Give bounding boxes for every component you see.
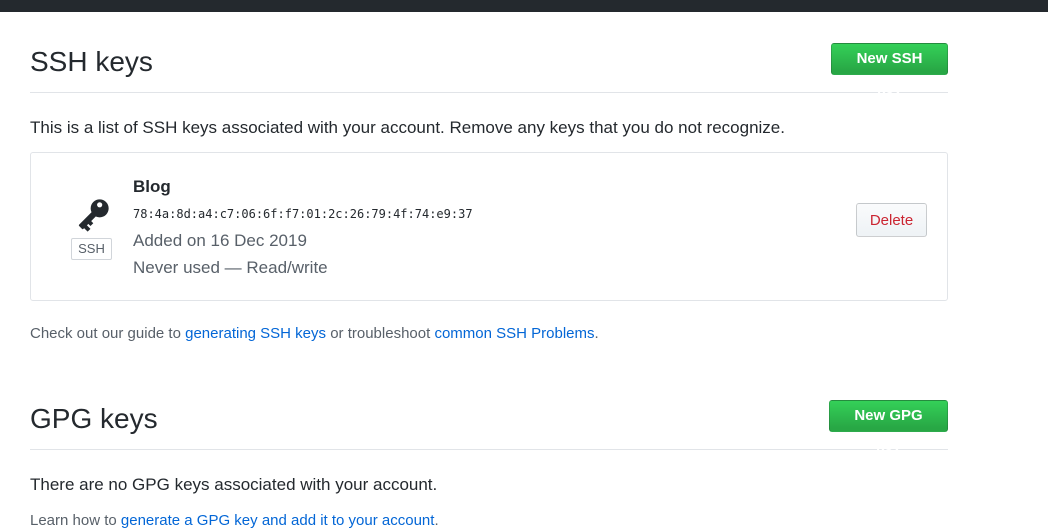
ssh-type-badge: SSH xyxy=(71,238,112,260)
ssh-section-header: SSH keys New SSH key xyxy=(30,42,948,97)
gpg-learn-note: Learn how to generate a GPG key and add … xyxy=(30,512,439,529)
ssh-key-title: Blog xyxy=(133,177,171,196)
ssh-key-usage: Never used — Read/write xyxy=(133,258,328,277)
key-icon xyxy=(71,191,117,237)
gpg-learn-suffix: . xyxy=(434,512,439,529)
ssh-guide-prefix: Check out our guide to xyxy=(30,325,186,342)
generating-ssh-keys-link[interactable]: generating SSH keys xyxy=(185,325,326,342)
ssh-key-added-date: Added on 16 Dec 2019 xyxy=(133,231,307,250)
ssh-key-fingerprint: 78:4a:8d:a4:c7:06:6f:f7:01:2c:26:79:4f:7… xyxy=(133,207,473,221)
gpg-empty-text: There are no GPG keys associated with yo… xyxy=(30,475,438,494)
new-ssh-key-button[interactable]: New SSH key xyxy=(831,43,948,97)
generate-gpg-key-link[interactable]: generate a GPG key and add it to your ac… xyxy=(121,512,435,529)
new-gpg-key-button[interactable]: New GPG key xyxy=(829,400,948,454)
common-ssh-problems-link[interactable]: common SSH Problems xyxy=(434,325,594,342)
ssh-guide-note: Check out our guide to generating SSH ke… xyxy=(30,325,599,342)
gpg-section-title: GPG keys xyxy=(30,403,158,434)
gpg-learn-prefix: Learn how to xyxy=(30,512,121,529)
delete-ssh-key-button[interactable]: Delete xyxy=(856,203,927,237)
gpg-section-header: GPG keys New GPG key xyxy=(30,399,948,454)
ssh-section-title: SSH keys xyxy=(30,46,153,77)
top-nav-bar xyxy=(0,0,1048,12)
ssh-guide-suffix: . xyxy=(594,325,599,342)
ssh-guide-middle: or troubleshoot xyxy=(326,325,435,342)
ssh-intro-text: This is a list of SSH keys associated wi… xyxy=(30,118,785,137)
ssh-key-list-item: SSH Blog 78:4a:8d:a4:c7:06:6f:f7:01:2c:2… xyxy=(30,152,948,301)
